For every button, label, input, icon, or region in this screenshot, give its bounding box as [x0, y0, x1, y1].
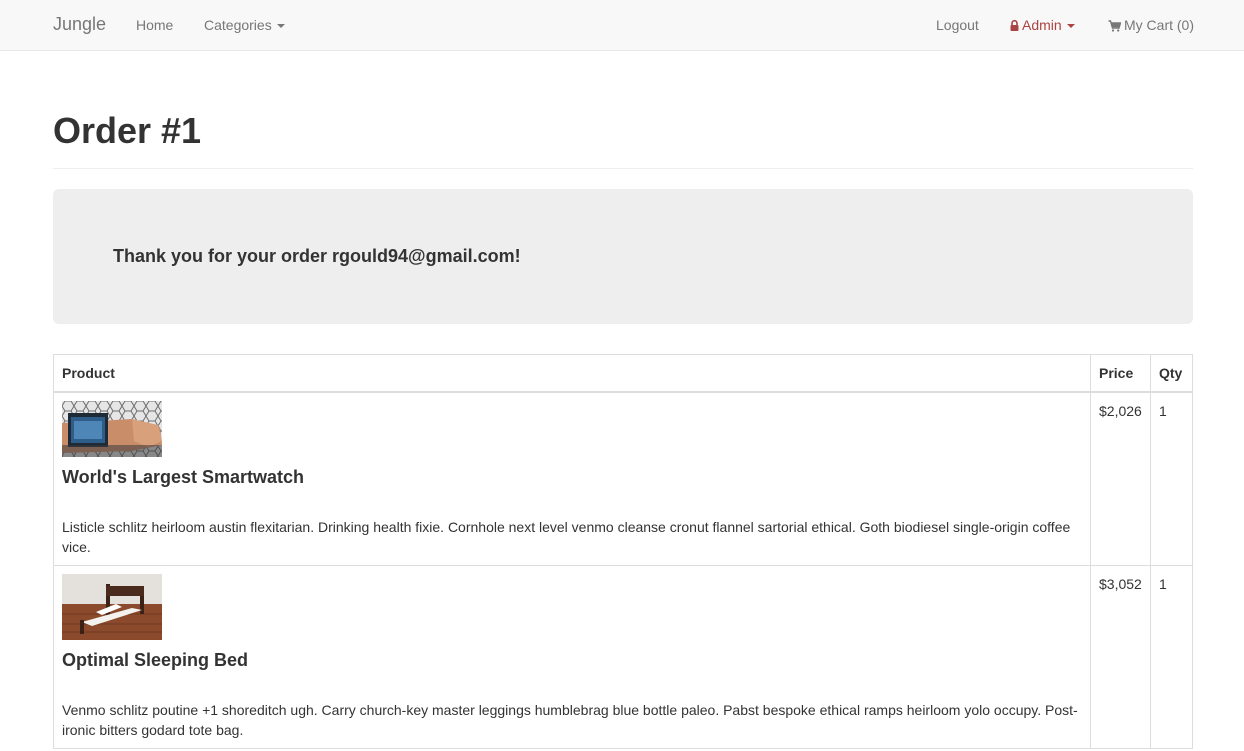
- nav-categories-label: Categories: [204, 17, 272, 33]
- thank-you-panel: Thank you for your order rgould94@gmail.…: [53, 189, 1193, 324]
- qty-cell: 1: [1149, 565, 1194, 749]
- product-name: Optimal Sleeping Bed: [62, 650, 249, 670]
- table-header-row: Product Price Qty: [53, 354, 1194, 393]
- brand-link[interactable]: Jungle: [53, 14, 106, 35]
- price-cell: $2,026: [1090, 391, 1151, 566]
- product-description: Venmo schlitz poutine +1 shoreditch ugh.…: [62, 702, 1078, 738]
- lock-icon: [1010, 20, 1019, 31]
- cart-icon: [1108, 20, 1121, 32]
- smartwatch-image[interactable]: [62, 401, 162, 457]
- chevron-down-icon: [276, 24, 285, 29]
- order-table: Product Price Qty World's Largest Smartw…: [53, 354, 1194, 749]
- table-row: Optimal Sleeping Bed Venmo schlitz pouti…: [53, 565, 1194, 749]
- product-description: Listicle schlitz heirloom austin flexita…: [62, 519, 1071, 555]
- nav-home[interactable]: Home: [136, 17, 173, 33]
- navbar: Jungle Home Categories Logout Admin My C…: [0, 0, 1244, 51]
- product-name: World's Largest Smartwatch: [62, 467, 305, 487]
- nav-cart-label: My Cart (0): [1124, 17, 1194, 33]
- title-divider: [53, 168, 1193, 169]
- nav-admin-dropdown[interactable]: Admin: [1010, 17, 1075, 33]
- qty-cell: 1: [1149, 391, 1194, 566]
- product-cell: Optimal Sleeping Bed Venmo schlitz pouti…: [53, 565, 1091, 749]
- product-cell: World's Largest Smartwatch Listicle schl…: [53, 391, 1091, 566]
- thank-you-message: Thank you for your order rgould94@gmail.…: [113, 246, 521, 266]
- bed-image[interactable]: [62, 574, 162, 640]
- page-title: Order #1: [53, 110, 202, 151]
- nav-cart[interactable]: My Cart (0): [1108, 17, 1194, 33]
- chevron-down-icon: [1066, 24, 1075, 29]
- price-cell: $3,052: [1090, 565, 1151, 749]
- nav-categories-dropdown[interactable]: Categories: [204, 17, 285, 33]
- nav-logout[interactable]: Logout: [936, 17, 979, 33]
- header-price: Price: [1090, 354, 1151, 393]
- header-qty: Qty: [1149, 354, 1194, 393]
- table-row: World's Largest Smartwatch Listicle schl…: [53, 391, 1194, 566]
- header-product: Product: [53, 354, 1091, 393]
- nav-admin-label: Admin: [1022, 17, 1062, 33]
